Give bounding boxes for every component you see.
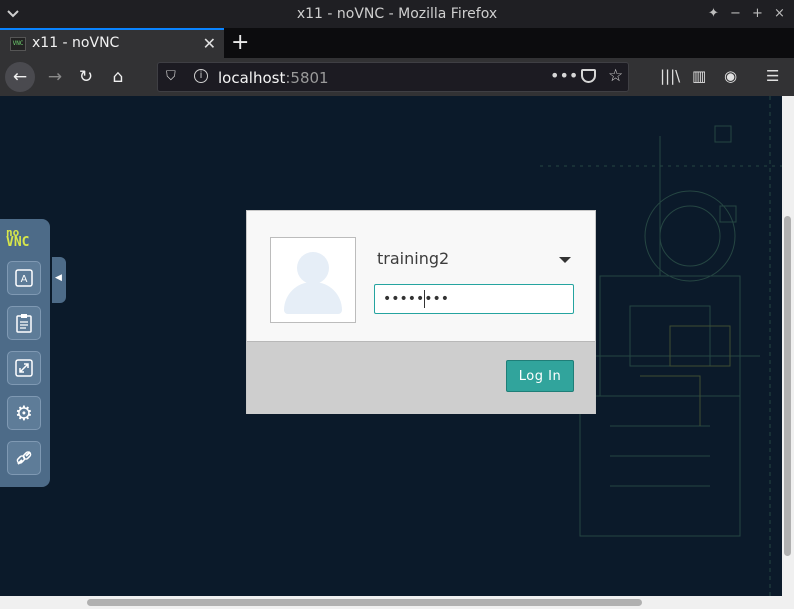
- fullscreen-icon: [15, 359, 33, 377]
- text-caret: [424, 290, 425, 308]
- user-avatar: [270, 237, 356, 323]
- disconnect-icon: [16, 451, 32, 465]
- bookmark-star-icon[interactable]: ☆: [608, 66, 623, 86]
- tab-close-icon[interactable]: ✕: [203, 34, 216, 53]
- window-titlebar: x11 - noVNC - Mozilla Firefox ✦ − + ×: [0, 0, 794, 28]
- login-button[interactable]: Log In: [506, 360, 574, 392]
- pocket-icon[interactable]: [581, 69, 596, 83]
- new-tab-icon[interactable]: +: [231, 30, 249, 55]
- vertical-scroll-thumb[interactable]: [784, 216, 791, 556]
- window-minimize-icon[interactable]: −: [730, 6, 741, 21]
- navigation-bar: ← → ↻ ⌂ ⛉ i localhost:5801 ••• ☆ |||\ ▥ …: [0, 58, 794, 96]
- tab-strip: VNC x11 - noVNC ✕ +: [0, 28, 794, 58]
- novnc-logo: no VNC: [6, 226, 30, 250]
- account-icon[interactable]: ◉: [724, 67, 737, 85]
- chevron-down-icon[interactable]: [559, 257, 571, 263]
- window-maximize-icon[interactable]: +: [752, 6, 763, 21]
- url-bar[interactable]: ⛉ i localhost:5801 ••• ☆: [157, 62, 629, 92]
- avatar-body: [284, 282, 342, 314]
- vnc-favicon-icon: VNC: [10, 37, 26, 51]
- vertical-scrollbar[interactable]: [782, 96, 794, 596]
- forward-icon[interactable]: →: [40, 62, 70, 92]
- horizontal-scroll-thumb[interactable]: [87, 599, 642, 606]
- settings-icon: ⚙: [15, 401, 33, 425]
- home-icon[interactable]: ⌂: [103, 62, 133, 92]
- library-icon[interactable]: |||\: [660, 67, 680, 85]
- svg-text:A: A: [21, 274, 28, 285]
- tab-title: x11 - noVNC: [32, 35, 120, 51]
- fullscreen-button[interactable]: [7, 351, 41, 385]
- collapse-arrow-icon: ◀: [55, 273, 62, 283]
- avatar-head: [297, 252, 329, 284]
- page-actions-icon[interactable]: •••: [550, 66, 578, 85]
- username-select[interactable]: training2: [377, 249, 449, 268]
- tab-novnc[interactable]: VNC x11 - noVNC ✕: [0, 28, 224, 58]
- window-shade-icon[interactable]: ✦: [708, 6, 719, 21]
- site-info-icon[interactable]: i: [194, 69, 208, 83]
- login-dialog: training2 Log In: [246, 210, 596, 414]
- reload-icon[interactable]: ↻: [71, 62, 101, 92]
- back-icon[interactable]: ←: [5, 62, 35, 92]
- settings-button[interactable]: ⚙: [7, 396, 41, 430]
- sidebar-icon[interactable]: ▥: [692, 67, 706, 85]
- tracking-shield-icon[interactable]: ⛉: [166, 69, 176, 84]
- disconnect-button[interactable]: [7, 441, 41, 475]
- hamburger-menu-icon[interactable]: ☰: [766, 67, 779, 85]
- window-close-icon[interactable]: ×: [774, 6, 785, 21]
- clipboard-icon: [16, 314, 32, 333]
- control-bar-handle[interactable]: ◀: [52, 257, 66, 303]
- clipboard-button[interactable]: [7, 306, 41, 340]
- horizontal-scrollbar[interactable]: [0, 596, 794, 609]
- url-text[interactable]: localhost:5801: [218, 69, 329, 87]
- keyboard-button[interactable]: A: [7, 261, 41, 295]
- keyboard-icon: A: [15, 269, 33, 287]
- vnc-canvas[interactable]: no VNC A ⚙ ◀ training2 Log In: [0, 96, 782, 596]
- novnc-control-bar: no VNC A ⚙: [0, 219, 50, 487]
- window-title: x11 - noVNC - Mozilla Firefox: [296, 6, 498, 22]
- password-field[interactable]: [374, 284, 574, 314]
